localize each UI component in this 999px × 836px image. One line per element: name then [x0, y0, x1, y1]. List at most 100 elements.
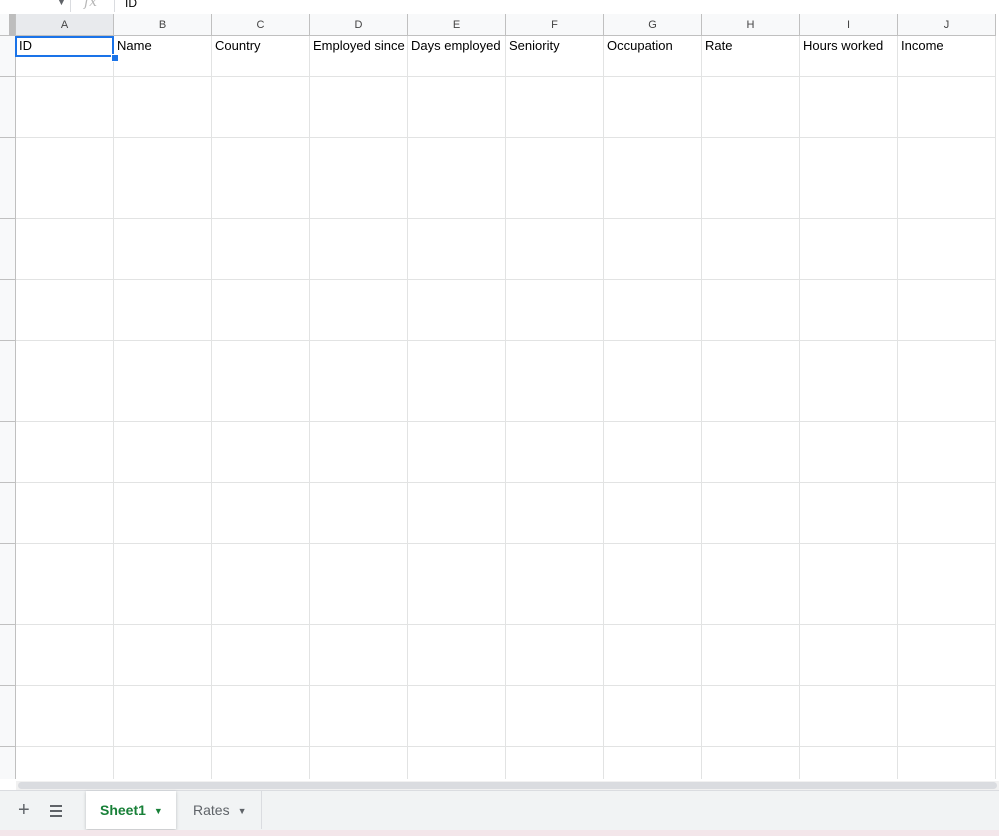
sheet-list-icon[interactable] — [50, 805, 62, 820]
grid-cell[interactable] — [16, 320, 114, 342]
grid-cell[interactable] — [800, 462, 898, 484]
header-cell[interactable]: ID — [16, 36, 114, 57]
grid-cell[interactable] — [16, 563, 114, 585]
grid-cell[interactable] — [212, 360, 310, 382]
grid-cell[interactable] — [604, 462, 702, 484]
grid-cell[interactable] — [702, 381, 800, 403]
grid-cell[interactable] — [114, 178, 212, 200]
grid-cell[interactable] — [310, 340, 408, 362]
grid-cell[interactable] — [16, 340, 114, 362]
grid-cell[interactable] — [702, 239, 800, 260]
grid-cell[interactable] — [604, 766, 702, 779]
grid-cell[interactable] — [310, 279, 408, 301]
grid-cell[interactable] — [212, 279, 310, 301]
grid-cell[interactable] — [800, 137, 898, 159]
grid-cell[interactable] — [114, 502, 212, 524]
grid-cell[interactable] — [310, 705, 408, 727]
header-cell[interactable]: Occupation — [604, 36, 702, 57]
grid-cell[interactable] — [800, 76, 898, 98]
grid-cell[interactable] — [506, 726, 604, 748]
grid-cell[interactable] — [506, 624, 604, 646]
grid-cell[interactable] — [408, 239, 506, 260]
grid-cell[interactable] — [310, 523, 408, 545]
grid-cell[interactable] — [310, 239, 408, 260]
grid-cell[interactable] — [408, 421, 506, 443]
row-header[interactable] — [0, 259, 16, 281]
grid-cell[interactable] — [898, 543, 996, 565]
row-header[interactable] — [0, 442, 16, 463]
row-header[interactable] — [0, 299, 16, 321]
row-header[interactable] — [0, 624, 16, 646]
grid-cell[interactable] — [212, 685, 310, 707]
grid-cell[interactable] — [800, 726, 898, 748]
grid-cell[interactable] — [212, 157, 310, 179]
grid-cell[interactable] — [506, 218, 604, 240]
grid-cell[interactable] — [702, 137, 800, 159]
row-header[interactable] — [0, 502, 16, 524]
grid-cell[interactable] — [114, 279, 212, 301]
grid-cell[interactable] — [114, 76, 212, 98]
grid-cell[interactable] — [408, 340, 506, 362]
grid-cell[interactable] — [506, 584, 604, 606]
grid-cell[interactable] — [604, 360, 702, 382]
grid-cell[interactable] — [408, 360, 506, 382]
grid-cell[interactable] — [16, 96, 114, 118]
grid-cell[interactable] — [506, 604, 604, 626]
grid-cell[interactable] — [16, 360, 114, 382]
grid-cell[interactable] — [506, 563, 604, 585]
grid-cell[interactable] — [114, 604, 212, 626]
grid-cell[interactable] — [604, 523, 702, 545]
grid-cell[interactable] — [310, 563, 408, 585]
grid-cell[interactable] — [702, 685, 800, 707]
grid-cell[interactable] — [800, 563, 898, 585]
grid-cell[interactable] — [800, 665, 898, 687]
grid-cell[interactable] — [702, 360, 800, 382]
row-header[interactable] — [0, 563, 16, 585]
grid-cell[interactable] — [114, 259, 212, 281]
grid-cell[interactable] — [506, 299, 604, 321]
row-header[interactable] — [0, 137, 16, 159]
grid-cell[interactable] — [408, 502, 506, 524]
row-header[interactable] — [0, 157, 16, 179]
grid-cell[interactable] — [506, 705, 604, 727]
grid-cell[interactable] — [408, 645, 506, 666]
grid-cell[interactable] — [506, 502, 604, 524]
grid-cell[interactable] — [604, 381, 702, 403]
grid-cell[interactable] — [702, 299, 800, 321]
grid-cell[interactable] — [506, 746, 604, 768]
grid-cell[interactable] — [702, 442, 800, 463]
grid-cell[interactable] — [800, 360, 898, 382]
grid-cell[interactable] — [506, 259, 604, 281]
column-header-g[interactable]: G — [604, 14, 702, 36]
grid-cell[interactable] — [310, 360, 408, 382]
grid-cell[interactable] — [898, 56, 996, 78]
row-header[interactable] — [0, 665, 16, 687]
grid-cell[interactable] — [310, 604, 408, 626]
grid-cell[interactable] — [702, 96, 800, 118]
grid-cell[interactable] — [898, 76, 996, 98]
grid-cell[interactable] — [16, 685, 114, 707]
grid-cell[interactable] — [16, 198, 114, 220]
grid-cell[interactable] — [604, 279, 702, 301]
header-cell[interactable]: Rate — [702, 36, 800, 57]
grid-cell[interactable] — [702, 421, 800, 443]
grid-cell[interactable] — [114, 563, 212, 585]
grid-cell[interactable] — [506, 178, 604, 200]
grid-cell[interactable] — [114, 117, 212, 139]
grid-cell[interactable] — [212, 259, 310, 281]
grid-cell[interactable] — [114, 685, 212, 707]
tab-sheet1[interactable]: Sheet1 ▼ — [86, 791, 176, 829]
grid-cell[interactable] — [408, 462, 506, 484]
grid-cell[interactable] — [310, 543, 408, 565]
grid-cell[interactable] — [898, 96, 996, 118]
grid-cell[interactable] — [16, 157, 114, 179]
grid-cell[interactable] — [310, 218, 408, 240]
header-cell[interactable]: Days employed — [408, 36, 506, 57]
row-header[interactable] — [0, 543, 16, 565]
grid-cell[interactable] — [898, 624, 996, 646]
grid-cell[interactable] — [604, 543, 702, 565]
grid-cell[interactable] — [16, 543, 114, 565]
grid-cell[interactable] — [800, 198, 898, 220]
grid-cell[interactable] — [604, 320, 702, 342]
grid-cell[interactable] — [702, 56, 800, 78]
